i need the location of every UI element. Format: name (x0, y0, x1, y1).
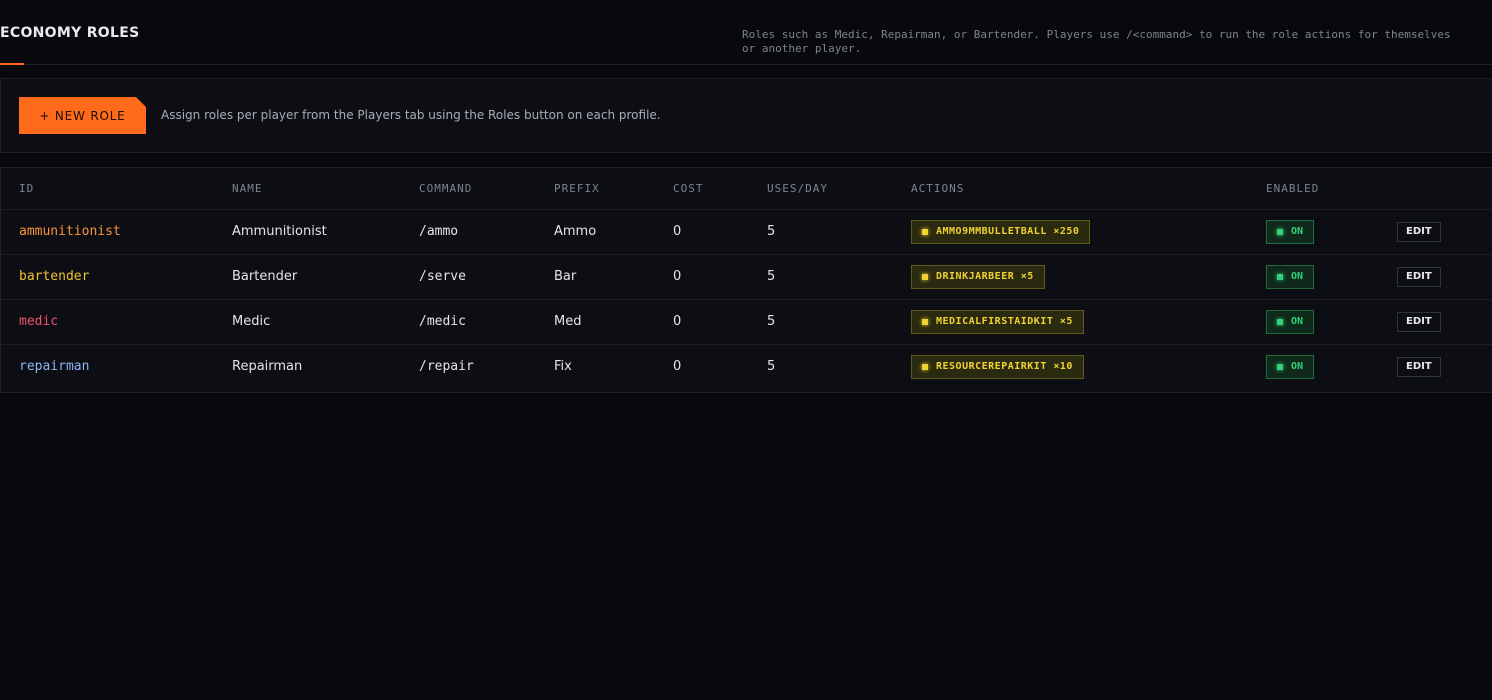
page-title: ECONOMY ROLES (0, 25, 140, 41)
role-name: Medic (232, 299, 419, 345)
role-edit-cell: EDIT (1397, 299, 1492, 345)
role-name: Ammunitionist (232, 209, 419, 255)
page-description: Roles such as Medic, Repairman, or Barte… (742, 28, 1451, 55)
action-chip: AMMO9MMBULLETBALL ×250 (911, 219, 1091, 244)
role-prefix: Fix (554, 359, 572, 375)
title-underline (0, 63, 24, 65)
action-chip-label: AMMO9MMBULLETBALL ×250 (936, 226, 1080, 237)
toolbar-hint: Assign roles per player from the Players… (161, 108, 661, 122)
column-header-cost: COST (673, 168, 767, 210)
role-prefix: Med (554, 299, 673, 345)
status-dot-icon (1277, 318, 1283, 325)
edit-button[interactable]: EDIT (1397, 266, 1441, 287)
role-actions-cell: RESOURCEREPAIRKIT ×10 (911, 344, 1266, 389)
column-header-uses: USES/DAY (767, 168, 911, 210)
role-cost: 0 (673, 299, 767, 345)
enabled-label: ON (1291, 316, 1304, 327)
action-chip-label: MEDICALFIRSTAIDKIT ×5 (936, 316, 1073, 327)
role-cost: 0 (673, 359, 682, 375)
table-row: bartender Bartender /serve Bar 0 5 DRINK… (1, 254, 1492, 300)
role-enabled-cell: ON (1266, 344, 1397, 389)
status-dot-icon (1277, 228, 1283, 235)
role-cost: 0 (673, 254, 767, 300)
enabled-toggle[interactable]: ON (1266, 354, 1315, 379)
role-command: /serve (419, 254, 554, 300)
enabled-toggle[interactable]: ON (1266, 309, 1315, 334)
enabled-label: ON (1291, 361, 1304, 373)
role-uses: 5 (767, 299, 911, 345)
status-dot-icon (1277, 273, 1283, 280)
role-enabled-cell: ON (1266, 254, 1397, 300)
column-header-enabled: ENABLED (1266, 168, 1397, 210)
column-header-actions: ACTIONS (911, 168, 1266, 210)
role-uses: 5 (767, 209, 911, 255)
column-header-prefix: PREFIX (554, 168, 673, 210)
action-chip-label: RESOURCEREPAIRKIT ×10 (936, 361, 1073, 373)
role-command: /medic (419, 299, 554, 345)
status-dot-icon (1277, 363, 1283, 370)
role-id: medic (1, 299, 232, 345)
edit-button[interactable]: EDIT (1397, 221, 1441, 242)
role-name: Bartender (232, 254, 419, 300)
square-bullet-icon (922, 318, 928, 325)
role-enabled-cell: ON (1266, 209, 1397, 255)
square-bullet-icon (922, 363, 928, 370)
enabled-toggle[interactable]: ON (1266, 219, 1315, 244)
role-edit-cell: EDIT (1397, 254, 1492, 300)
role-prefix: Bar (554, 254, 673, 300)
table-header-row: ID NAME COMMAND PREFIX COST USES/DAY ACT… (1, 168, 1492, 210)
role-prefix: Ammo (554, 209, 673, 255)
role-actions-cell: AMMO9MMBULLETBALL ×250 (911, 209, 1266, 255)
role-id: bartender (1, 254, 232, 300)
page-header: ECONOMY ROLES Roles such as Medic, Repai… (0, 0, 1492, 65)
role-cost: 0 (673, 209, 767, 255)
role-uses: 5 (767, 254, 911, 300)
roles-table: ID NAME COMMAND PREFIX COST USES/DAY ACT… (0, 167, 1492, 393)
column-header-edit (1397, 168, 1492, 210)
action-chip-label: DRINKJARBEER ×5 (936, 271, 1034, 282)
role-id: ammunitionist (1, 209, 232, 255)
edit-button[interactable]: EDIT (1397, 311, 1441, 332)
column-header-id: ID (1, 168, 232, 210)
column-header-name: NAME (232, 168, 419, 210)
table-row: repairman Repairman /repair Fix 0 5 RESO… (1, 344, 1492, 389)
table-row: ammunitionist Ammunitionist /ammo Ammo 0… (1, 209, 1492, 255)
enabled-label: ON (1291, 271, 1304, 282)
table-row: medic Medic /medic Med 0 5 MEDICALFIRSTA… (1, 299, 1492, 345)
role-enabled-cell: ON (1266, 299, 1397, 345)
enabled-toggle[interactable]: ON (1266, 264, 1315, 289)
action-chip: RESOURCEREPAIRKIT ×10 (911, 354, 1084, 379)
role-name: Repairman (232, 359, 303, 375)
enabled-label: ON (1291, 226, 1304, 237)
role-actions-cell: MEDICALFIRSTAIDKIT ×5 (911, 299, 1266, 345)
action-chip: MEDICALFIRSTAIDKIT ×5 (911, 309, 1084, 334)
role-actions-cell: DRINKJARBEER ×5 (911, 254, 1266, 300)
column-header-command: COMMAND (419, 168, 554, 210)
role-edit-cell: EDIT (1397, 344, 1492, 389)
square-bullet-icon (922, 228, 928, 235)
new-role-button[interactable]: + NEW ROLE (19, 97, 146, 134)
toolbar: + NEW ROLE Assign roles per player from … (0, 78, 1492, 153)
role-edit-cell: EDIT (1397, 209, 1492, 255)
role-uses: 5 (767, 359, 776, 375)
square-bullet-icon (922, 273, 928, 280)
edit-button[interactable]: EDIT (1397, 356, 1441, 377)
role-id: repairman (19, 359, 90, 375)
role-command: /repair (419, 359, 474, 375)
role-command: /ammo (419, 209, 554, 255)
action-chip: DRINKJARBEER ×5 (911, 264, 1045, 289)
